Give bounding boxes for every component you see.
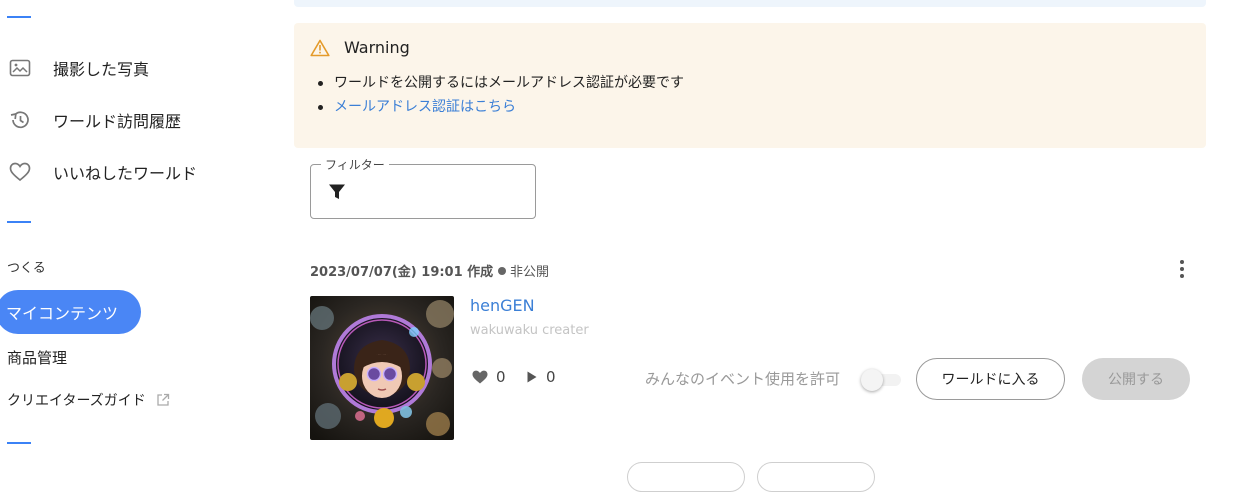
enter-world-button[interactable]: ワールドに入る [916,358,1065,400]
email-verification-link-text[interactable]: メールアドレス認証はこちら [334,99,516,115]
warning-alert: Warning ワールドを公開するにはメールアドレス認証が必要です メールアドレ… [294,23,1206,148]
event-permission-label: みんなのイベント使用を許可 [645,370,841,388]
sidebar-divider [7,442,31,444]
status-dot-icon [498,266,506,275]
sidebar-item-label: ワールド訪問履歴 [53,112,182,131]
play-icon [527,371,537,383]
sidebar-item-my-contents[interactable]: マイコンテンツ [0,290,141,334]
sidebar-item-creators-guide[interactable]: クリエイターズガイド [7,390,170,410]
filter-label: フィルター [321,156,389,173]
warning-title: Warning [344,38,410,57]
warning-message: ワールドを公開するにはメールアドレス認証が必要です [316,74,684,98]
play-count: 0 [526,368,556,386]
status-label: 非公開 [510,265,550,280]
info-banner-edge [294,0,1206,7]
pagination-button[interactable] [757,462,875,492]
play-count-value: 0 [546,368,556,386]
sidebar-item-photos[interactable]: 撮影した写真 [8,48,149,88]
warning-triangle-icon [310,39,330,61]
filter-icon [328,183,346,205]
world-name-link[interactable]: henGEN [470,296,535,315]
sidebar-divider [7,16,31,18]
sidebar-item-liked-worlds[interactable]: いいねしたワールド [8,152,197,192]
section-heading-create: つくる [7,261,46,276]
like-count: 0 [472,368,506,386]
world-creator: wakuwaku creater [470,323,589,338]
more-options-icon[interactable] [1172,258,1192,280]
toggle-knob [861,369,883,391]
sidebar-item-label: 撮影した写真 [53,60,150,79]
event-permission-toggle[interactable] [861,366,903,392]
email-verification-link[interactable]: メールアドレス認証はこちら [316,98,684,122]
sidebar-item-history[interactable]: ワールド訪問履歴 [8,100,181,140]
pagination-button[interactable] [627,462,745,492]
warning-list: ワールドを公開するにはメールアドレス認証が必要です メールアドレス認証はこちら [316,74,684,122]
world-status: 非公開 [498,261,549,280]
history-icon [8,108,32,132]
world-thumbnail[interactable] [310,296,454,440]
publish-button[interactable]: 公開する [1082,358,1190,400]
like-count-value: 0 [496,368,506,386]
sidebar-item-product-management[interactable]: 商品管理 [7,347,67,368]
sidebar-item-label: いいねしたワールド [53,164,198,183]
sidebar-item-label: クリエイターズガイド [7,393,146,409]
heart-outline-icon [8,160,32,184]
filter-field[interactable]: フィルター [310,156,536,219]
external-link-icon [156,393,170,407]
heart-icon [472,370,488,384]
sidebar-divider [7,221,31,223]
photo-album-icon [8,56,32,80]
world-created-date: 2023/07/07(金) 19:01 作成 [310,265,494,280]
